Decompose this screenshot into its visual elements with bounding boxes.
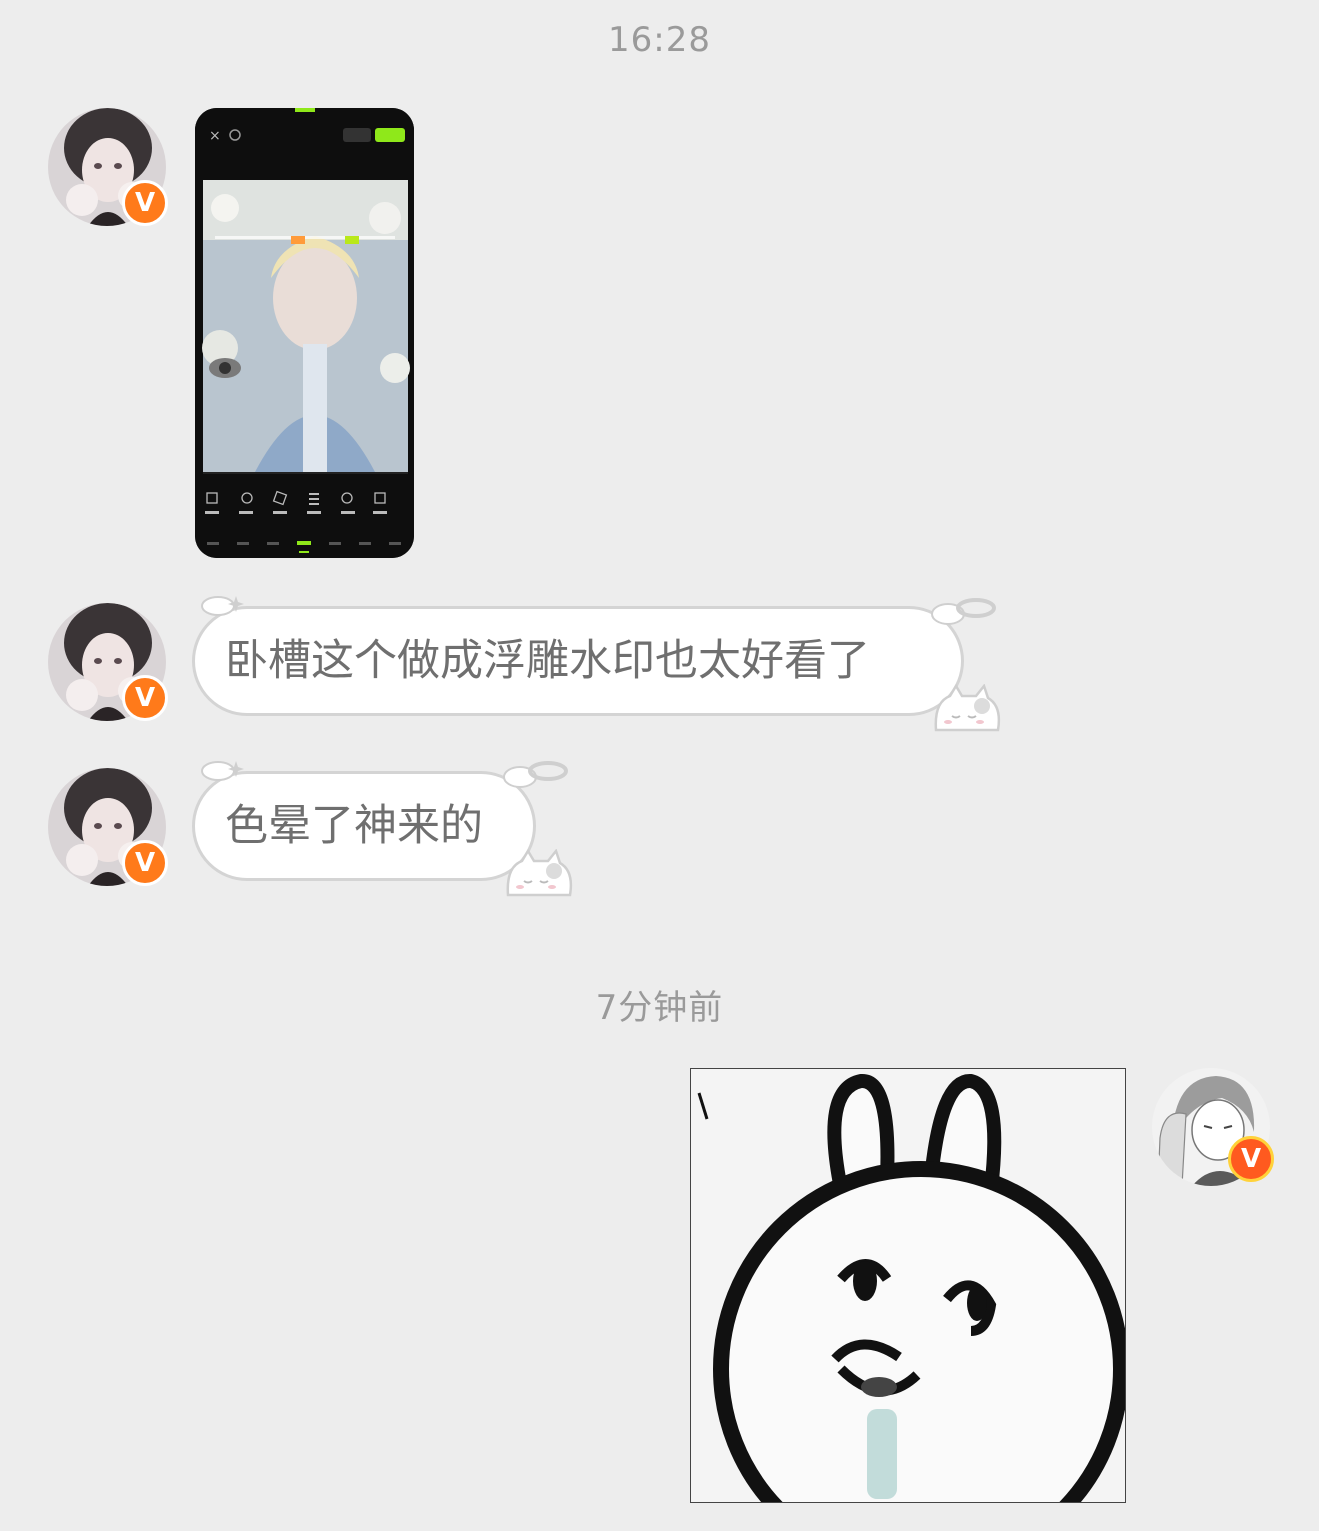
verified-badge-icon: V [122,180,168,226]
verified-badge-icon: V [122,675,168,721]
verified-badge-icon: V [1228,1136,1274,1182]
timestamp: 16:28 [608,20,711,60]
contact-avatar[interactable]: V [48,768,168,886]
halo-decoration-icon [503,761,568,788]
message-bubble[interactable]: 卧槽这个做成浮雕水印也太好看了 [192,606,964,716]
timestamp: 7分钟前 [595,988,724,1028]
halo-decoration-icon [931,598,996,625]
bunny-sticker-image [691,1069,1125,1502]
svg-text:×: × [209,128,221,144]
message-text: 卧槽这个做成浮雕水印也太好看了 [225,636,870,686]
phone-screenshot-image: × [195,108,414,558]
cat-face-decoration-icon [934,684,1001,732]
sparkle-decoration-icon [201,761,244,781]
sticker-message[interactable] [690,1068,1126,1503]
contact-avatar[interactable]: V [48,108,168,226]
cat-face-decoration-icon [506,849,573,897]
message-bubble[interactable]: 色晕了神来的 [192,771,536,881]
image-message-screenshot[interactable]: × [195,108,414,558]
contact-avatar[interactable]: V [48,603,168,721]
message-text: 色晕了神来的 [225,801,483,851]
sparkle-decoration-icon [201,596,244,616]
self-avatar[interactable]: V [1152,1068,1274,1186]
verified-badge-icon: V [122,840,168,886]
